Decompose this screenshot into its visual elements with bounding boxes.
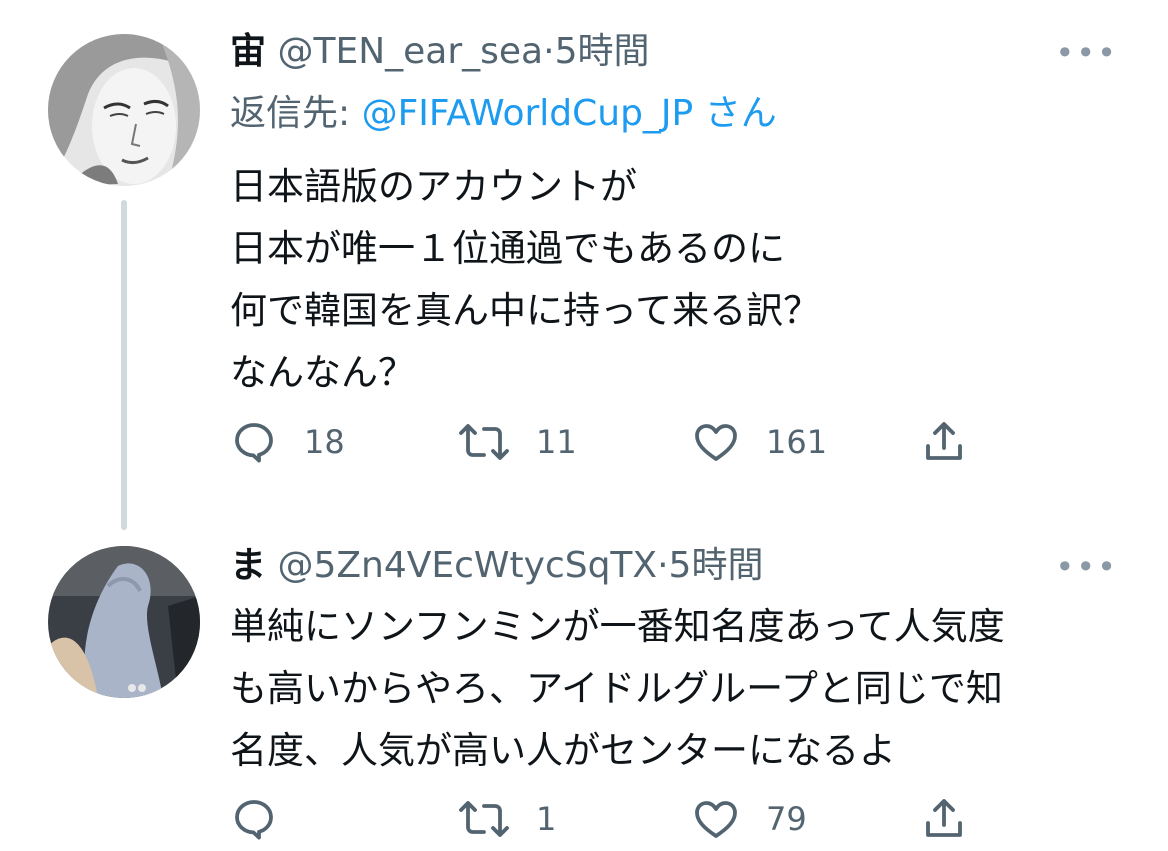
reply-icon [230,418,278,466]
tweet-actions: 18 11 161 [230,417,990,467]
share-button[interactable] [920,794,968,844]
timestamp[interactable]: 5時間 [669,545,764,586]
user-handle[interactable]: @TEN_ear_sea [277,31,543,72]
share-icon [920,418,968,466]
timestamp[interactable]: 5時間 [555,31,650,72]
tweet-text-line: 単純にソンフンミンが一番知名度あって人気度 [230,605,1005,648]
retweet-count: 11 [536,423,577,461]
more-icon[interactable]: ••• [1055,34,1118,72]
display-name[interactable]: 宙 [230,31,266,72]
separator-dot: · [543,31,555,72]
reply-to-suffix: さん [693,93,777,134]
reply-to: 返信先: @FIFAWorldCup_JP さん [230,92,777,136]
tweet-actions: 1 79 [230,794,990,844]
share-icon [920,795,968,843]
tweet-header: ま @5Zn4VEcWtycSqTX·5時間 [230,544,763,588]
like-count: 161 [766,423,828,461]
user-handle[interactable]: @5Zn4VEcWtycSqTX [277,545,657,586]
reply-button[interactable] [230,794,304,844]
more-icon[interactable]: ••• [1055,548,1118,586]
tweet-text-line: 名度、人気が高い人がセンターになるよ [230,729,896,772]
retweet-icon [458,418,510,466]
tweet-text-line: 何で韓国を真ん中に持って来る訳？ [230,289,821,332]
display-name[interactable]: ま [230,545,266,586]
tweet-text-line: 日本が唯一１位通過でもあるのに [230,227,785,270]
retweet-button[interactable]: 1 [458,794,556,844]
reply-to-prefix: 返信先: [230,93,362,134]
retweet-button[interactable]: 11 [458,417,577,467]
thread-connector-line [121,200,127,530]
tweet-text: 日本語版のアカウントが 日本が唯一１位通過でもあるのに 何で韓国を真ん中に持って… [230,156,820,404]
tweet-text-line: 日本語版のアカウントが [230,165,637,208]
reply-count: 18 [304,423,345,461]
reply-to-mention[interactable]: @FIFAWorldCup_JP [362,93,694,134]
like-count: 79 [766,800,807,838]
tweet-header: 宙 @TEN_ear_sea·5時間 [230,30,649,74]
like-icon [692,418,740,466]
avatar[interactable] [48,34,200,186]
like-icon [692,795,740,843]
separator-dot: · [657,545,669,586]
reply-button[interactable]: 18 [230,417,345,467]
tweet-text-line: も高いからやろ、アイドルグループと同じで知 [230,667,1003,710]
retweet-icon [458,795,510,843]
reply-icon [230,795,278,843]
like-button[interactable]: 161 [692,417,827,467]
avatar[interactable] [48,546,200,698]
tweet-text: 単純にソンフンミンが一番知名度あって人気度 も高いからやろ、アイドルグループと同… [230,596,1005,782]
like-button[interactable]: 79 [692,794,807,844]
retweet-count: 1 [536,800,557,838]
tweet-text-line: なんなん？ [230,351,415,394]
share-button[interactable] [920,417,968,467]
